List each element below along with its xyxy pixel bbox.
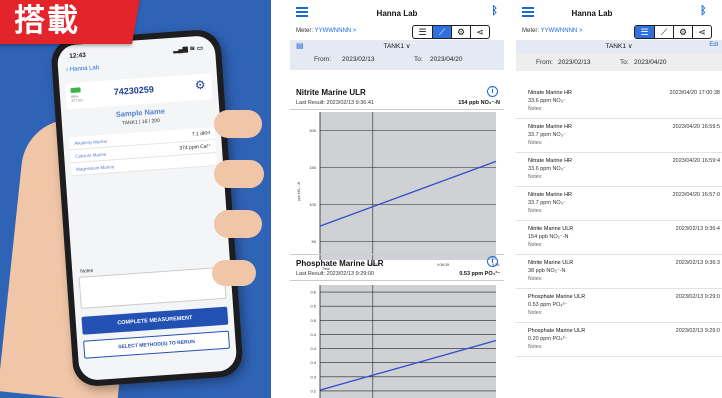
- finger: [214, 110, 262, 138]
- y-tick-label: 50: [312, 239, 317, 244]
- list-item[interactable]: Nitrate Marine HR 33.7 ppm NO₃⁻ Notes: 2023…: [516, 121, 722, 153]
- to-date[interactable]: 2023/04/20: [430, 56, 463, 63]
- to-label: To:: [620, 59, 629, 66]
- promo-image: 12:43 ▂▄▆ ≋ ▭ ‹ Hanna Lab 86% 477 hrs 742…: [0, 0, 271, 398]
- view-switcher: ☰ ⟋ ⚙ ⋖: [634, 25, 712, 39]
- phone-time: 12:43: [69, 51, 87, 61]
- y-tick-label: 0.4: [310, 346, 316, 351]
- x-tick-label: 9:36:39: [437, 263, 449, 267]
- app-header: Hanna Lab ᛒ: [290, 0, 504, 24]
- list-item[interactable]: Nitrate Marine HR 33.7 ppm NO₃⁻ Notes: 2023…: [516, 189, 722, 221]
- list-item[interactable]: Nitrite Marine ULR 38 ppb NO₂⁻-N Notes: 202…: [516, 257, 722, 289]
- y-tick-label: 0.3: [310, 360, 316, 365]
- meter-bar: Meter: YYWWNNNN > ☰ ⟋ ⚙ ⋖: [290, 24, 504, 40]
- from-label: From:: [314, 56, 331, 63]
- list-screen: Hanna Lab ᛒ Meter: YYWWNNNN > ☰ ⟋ ⚙ ⋖ TA…: [516, 0, 722, 398]
- to-label: To:: [414, 56, 423, 63]
- y-tick-label: 0.5: [310, 318, 316, 323]
- meter-selector[interactable]: Meter: YYWWNNNN >: [296, 28, 356, 34]
- bluetooth-icon[interactable]: ᛒ: [700, 6, 707, 17]
- meter-selector[interactable]: Meter: YYWWNNNN >: [522, 28, 582, 34]
- divider: [290, 280, 504, 281]
- share-icon[interactable]: ⋖: [692, 26, 711, 38]
- gear-icon[interactable]: ⚙: [451, 26, 470, 38]
- share-icon[interactable]: ⋖: [470, 26, 489, 38]
- app-header: Hanna Lab ᛒ: [516, 0, 722, 24]
- gear-icon[interactable]: ⚙: [194, 78, 206, 93]
- y-tick-label: 150: [309, 165, 316, 170]
- gear-icon[interactable]: ⚙: [673, 26, 692, 38]
- y-tick-label: 0.5: [310, 304, 316, 309]
- date-range-bar: From: 2023/02/13 To: 2023/04/20: [516, 54, 722, 71]
- nitrite-line-chart: 200150100509:36:37 9:36:39 9:36:Timeppb NO…: [297, 112, 500, 271]
- list-item[interactable]: Nitrate Marine HR 33.6 ppm NO₃⁻ Notes: 2023…: [516, 87, 722, 119]
- plot-area: [320, 112, 496, 260]
- y-tick-label: 200: [309, 128, 316, 133]
- from-date[interactable]: 2023/02/13: [342, 56, 375, 63]
- ribbon-text: 搭載: [14, 3, 80, 39]
- divider: [290, 109, 504, 110]
- phone-notes-label: Notes: [80, 267, 94, 275]
- phone-back-label: Hanna Lab: [69, 65, 100, 74]
- bluetooth-icon[interactable]: ᛒ: [491, 6, 498, 17]
- edit-link[interactable]: Edi: [709, 42, 718, 48]
- tank-selector[interactable]: TANK1 ∨: [290, 42, 504, 50]
- rerun-methods-button[interactable]: SELECT METHOD(S) TO RERUN: [83, 330, 231, 359]
- app-title: Hanna Lab: [571, 9, 613, 18]
- to-date[interactable]: 2023/04/20: [634, 59, 667, 66]
- phone-notes-field[interactable]: [78, 266, 227, 309]
- tank-selector[interactable]: TANK1 ∨: [516, 42, 722, 50]
- meter-bar: Meter: YYWWNNNN > ☰ ⟋ ⚙ ⋖: [516, 24, 722, 40]
- phone-screen: 12:43 ▂▄▆ ≋ ▭ ‹ Hanna Lab 86% 477 hrs 742…: [56, 34, 238, 382]
- phone-meter-number: 74230259: [113, 84, 155, 98]
- view-switcher: ☰ ⟋ ⚙ ⋖: [412, 25, 490, 39]
- tank-bar: TANK1 ∨ Edi: [516, 40, 722, 54]
- finger: [214, 210, 262, 238]
- phosphate-line-chart: 0.6 0.5 0.5 0.4 0.4 0.3 0.3 0.2: [310, 285, 497, 398]
- last-value: 154 ppb NO₂⁻-N: [458, 100, 500, 106]
- filter-bar: ▤ TANK1 ∨ From: 2023/02/13 To: 2023/04/2…: [290, 40, 504, 70]
- plot-area: [320, 285, 496, 398]
- list-view-icon[interactable]: ☰: [635, 26, 654, 38]
- finger: [212, 260, 256, 286]
- phone-method-list: Alkalinity Marine 7.1 dKH Calcium Marine 3…: [68, 127, 218, 177]
- last-value: 0.53 ppm PO₄³⁻: [459, 271, 500, 277]
- chart-title-phosphate: Phosphate Marine ULR: [296, 259, 384, 268]
- battery-icon: [70, 87, 81, 94]
- list-item[interactable]: Phosphate Marine ULR 0.53 ppm PO₄³⁻ Notes:…: [516, 291, 722, 323]
- graph-view-icon[interactable]: ⟋: [654, 26, 673, 38]
- divider: [290, 254, 504, 255]
- from-label: From:: [536, 59, 553, 66]
- y-tick-label: 0.3: [310, 374, 316, 379]
- list-view-icon[interactable]: ☰: [413, 26, 432, 38]
- y-tick-label: 100: [309, 202, 316, 207]
- last-result: Last Result: 2023/02/13 9:36:41: [296, 100, 374, 106]
- chart-title-nitrite: Nitrite Marine ULR: [296, 88, 366, 97]
- list-item[interactable]: Phosphate Marine ULR 0.20 ppm PO₄³⁻ Notes:…: [516, 325, 722, 357]
- graph-view-icon[interactable]: ⟋: [432, 26, 451, 38]
- from-date[interactable]: 2023/02/13: [558, 59, 591, 66]
- phone-mockup: 12:43 ▂▄▆ ≋ ▭ ‹ Hanna Lab 86% 477 hrs 742…: [50, 28, 244, 388]
- graph-screen: Hanna Lab ᛒ Meter: YYWWNNNN > ☰ ⟋ ⚙ ⋖ ▤ …: [290, 0, 504, 398]
- list-item[interactable]: Nitrate Marine HR 33.6 ppm NO₃⁻ Notes: 2023…: [516, 155, 722, 187]
- y-tick-label: 0.2: [310, 388, 316, 393]
- app-title: Hanna Lab: [376, 9, 418, 18]
- y-axis-label: ppb NO₂⁻-N: [297, 181, 301, 200]
- list-item[interactable]: Nitrite Marine ULR 154 ppb NO₂⁻-N Notes: 20…: [516, 223, 722, 255]
- y-tick-label: 0.6: [310, 290, 316, 295]
- last-result: Last Result: 2023/02/13 9:29:00: [296, 271, 374, 277]
- complete-measurement-button[interactable]: COMPLETE MEASUREMENT: [81, 306, 229, 335]
- y-tick-label: 0.4: [310, 332, 316, 337]
- info-icon[interactable]: i: [487, 256, 498, 267]
- info-icon[interactable]: i: [487, 86, 498, 97]
- battery-info: 86% 477 hrs: [70, 94, 84, 104]
- finger: [214, 160, 264, 188]
